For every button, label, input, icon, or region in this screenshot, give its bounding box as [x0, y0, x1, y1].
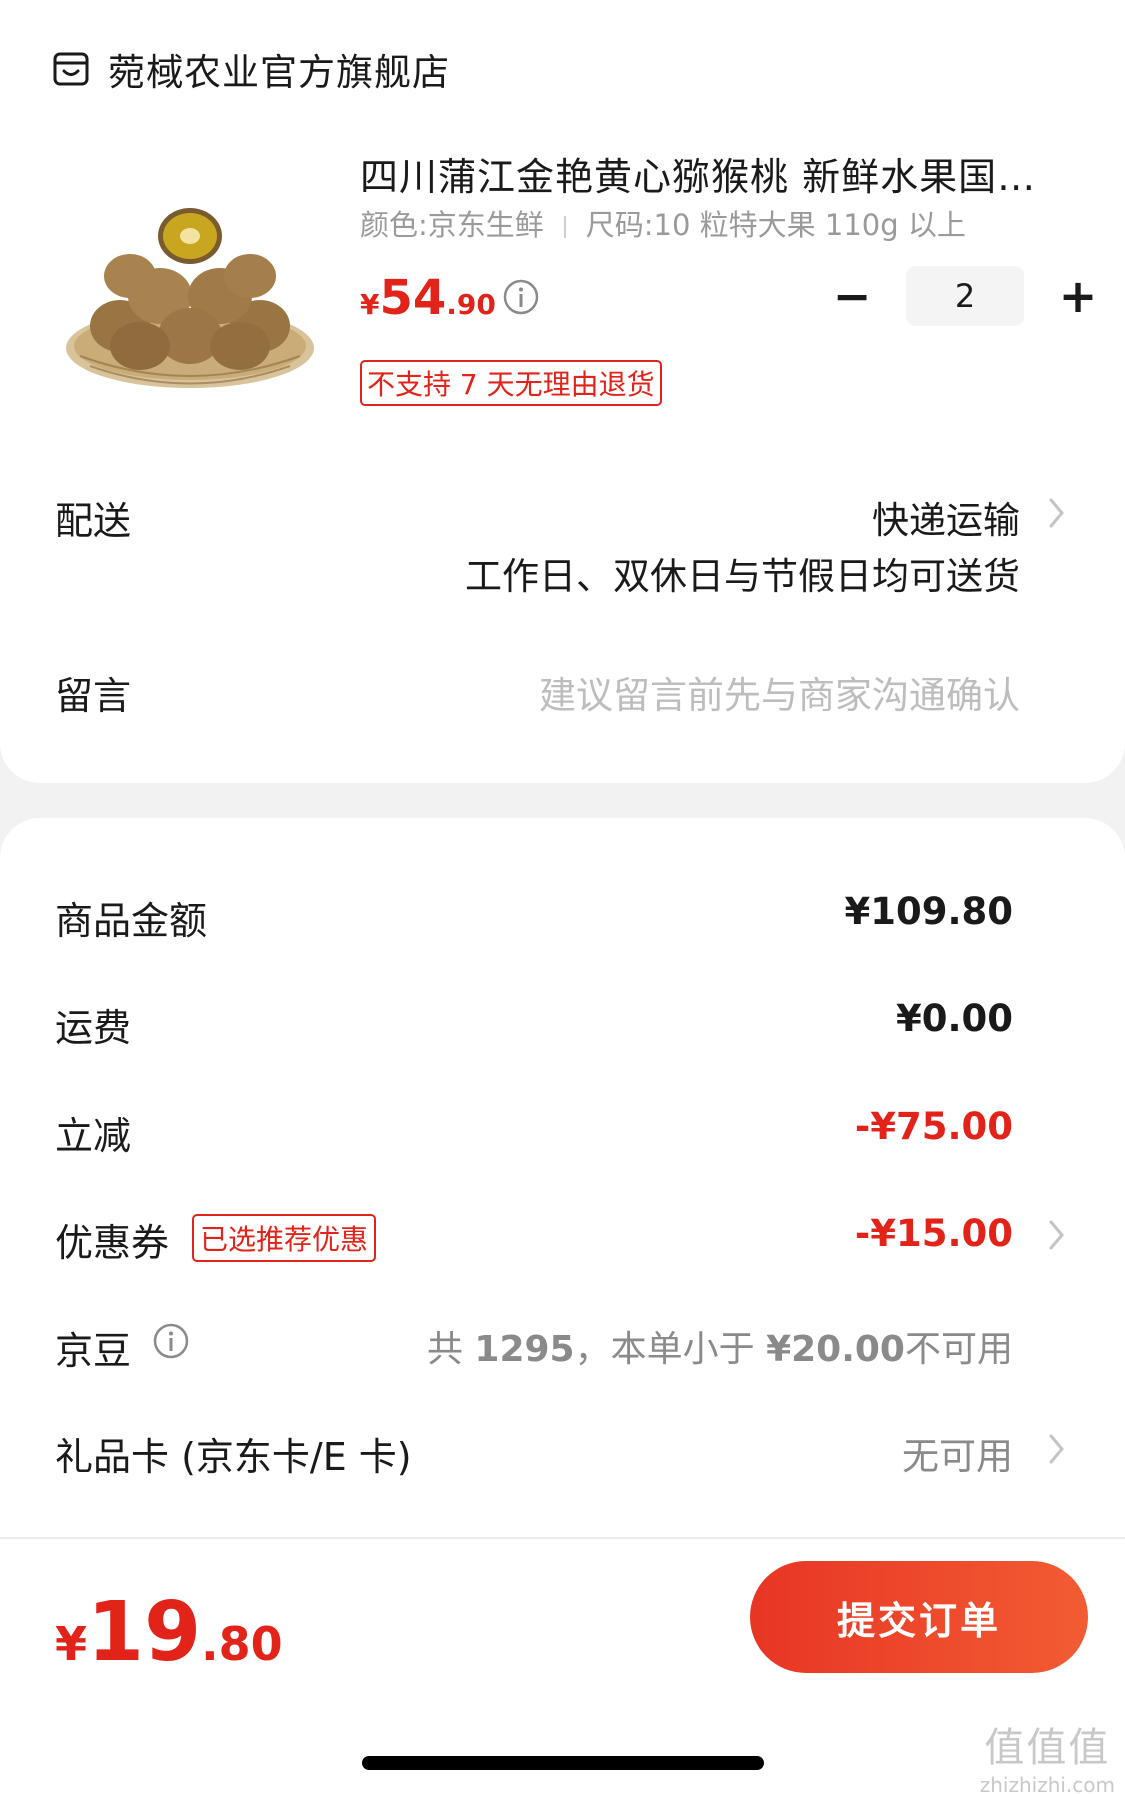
delivery-method[interactable]: 快递运输 — [872, 490, 1020, 544]
price-currency: ¥ — [360, 288, 380, 321]
coupon-badge: 已选推荐优惠 — [192, 1214, 377, 1262]
jd-beans-note: 共 1295，本单小于 ¥20.00不可用 — [427, 1320, 1013, 1372]
chevron-right-icon[interactable] — [1046, 1216, 1068, 1254]
delivery-schedule: 工作日、双休日与节假日均可送货 — [465, 555, 1020, 598]
jd-threshold: ¥20.00 — [766, 1329, 905, 1370]
submit-order-button[interactable]: 提交订单 — [750, 1561, 1088, 1673]
goods-amount-label: 商品金额 — [55, 899, 208, 943]
product-spec: 颜色:京东生鲜 尺码:10 粒特大果 110g 以上 — [360, 202, 966, 244]
jd-prefix: 共 — [426, 1329, 475, 1370]
total-currency: ¥ — [55, 1617, 88, 1671]
order-total: ¥19.80 — [55, 1585, 283, 1680]
shop-icon — [53, 52, 89, 86]
price-integer: 54 — [379, 270, 447, 326]
home-indicator[interactable] — [362, 1756, 764, 1770]
decrease-button[interactable]: − — [826, 270, 878, 322]
coupon-label: 优惠券 — [55, 1221, 170, 1265]
jd-count: 1295 — [474, 1329, 575, 1370]
quantity-stepper: − 2 + — [826, 266, 1104, 326]
spec-color: 颜色:京东生鲜 — [360, 208, 544, 242]
message-input[interactable]: 建议留言前先与商家沟通确认 — [539, 665, 1020, 719]
discount-value: -¥75.00 — [854, 1105, 1013, 1148]
spec-divider — [563, 216, 566, 238]
shipping-value: ¥0.00 — [895, 997, 1013, 1040]
increase-button[interactable]: + — [1052, 270, 1104, 322]
order-card: 菀棫农业官方旗舰店 四川蒲江金艳黄心猕猴桃 新鲜水果国… 颜色:京东生鲜 尺码:1… — [0, 0, 1125, 783]
jd-mid: ，本单小于 — [574, 1329, 767, 1370]
quantity-field[interactable]: 2 — [906, 266, 1024, 326]
return-policy-badge: 不支持 7 天无理由退货 — [360, 360, 662, 406]
coupon-value[interactable]: -¥15.00 — [855, 1212, 1013, 1255]
total-decimal: .80 — [201, 1617, 283, 1671]
watermark: 值值值 zhizhizhi.com — [980, 1715, 1115, 1794]
jd-suffix: 不可用 — [904, 1329, 1013, 1370]
gift-card-value[interactable]: 无可用 — [902, 1426, 1013, 1480]
product-price: ¥54.90 — [360, 270, 496, 326]
spec-size: 尺码:10 粒特大果 110g 以上 — [585, 208, 966, 242]
total-integer: 19 — [87, 1585, 202, 1680]
chevron-right-icon[interactable] — [1046, 1430, 1068, 1468]
gift-card-label: 礼品卡 (京东卡/E 卡) — [55, 1435, 412, 1479]
delivery-label: 配送 — [55, 499, 132, 543]
product-image[interactable] — [60, 196, 320, 396]
shipping-label: 运费 — [55, 1006, 132, 1050]
watermark-site: zhizhizhi.com — [979, 1773, 1115, 1794]
chevron-right-icon[interactable] — [1046, 494, 1068, 532]
price-decimal: .90 — [446, 288, 496, 321]
goods-amount-value: ¥109.80 — [844, 890, 1013, 933]
watermark-logo: 值值值 — [984, 1725, 1111, 1771]
footer-divider — [0, 1537, 1125, 1539]
jd-beans-info-icon[interactable] — [152, 1322, 190, 1360]
message-label: 留言 — [55, 674, 132, 718]
shop-header[interactable]: 菀棫农业官方旗舰店 — [52, 44, 450, 94]
shop-name: 菀棫农业官方旗舰店 — [108, 51, 450, 94]
price-info-icon[interactable] — [502, 278, 540, 316]
jd-beans-label: 京豆 — [55, 1329, 132, 1373]
product-title[interactable]: 四川蒲江金艳黄心猕猴桃 新鲜水果国… — [360, 146, 1050, 201]
discount-label: 立减 — [55, 1114, 132, 1158]
